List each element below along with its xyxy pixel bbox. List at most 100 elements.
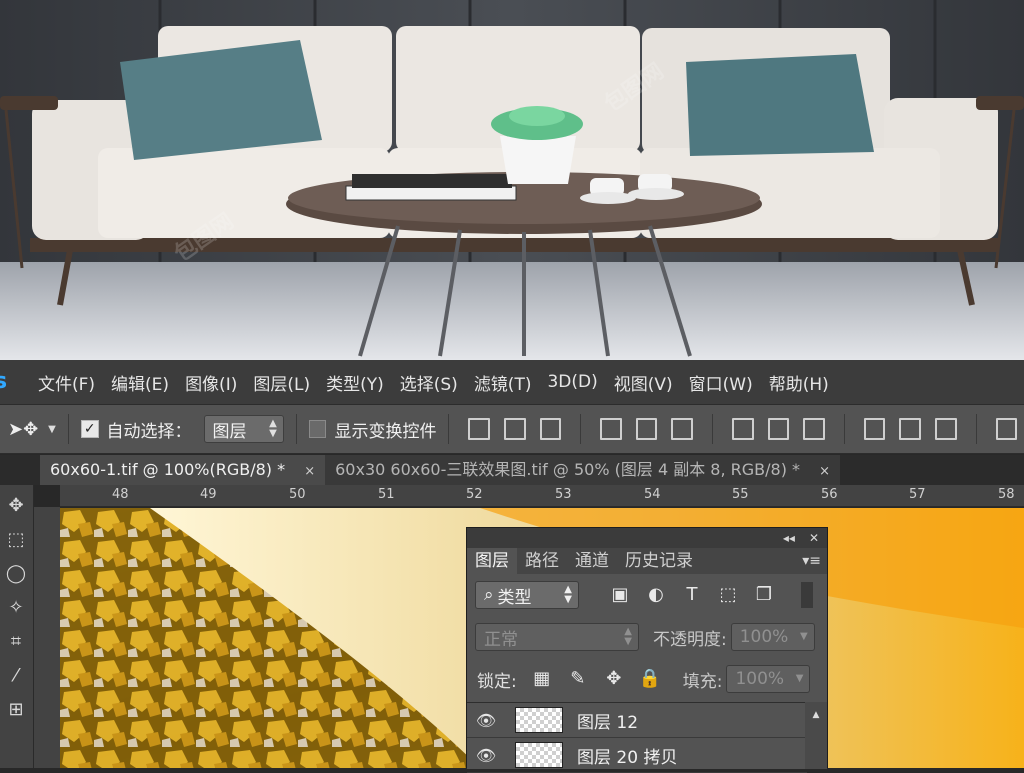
auto-select-label: 自动选择： <box>106 421 192 442</box>
tool-preset-dropdown-icon[interactable]: ▼ <box>48 424 56 435</box>
collapse-panel-icon[interactable]: ◂◂ <box>783 531 795 545</box>
photoshop-logo: s <box>0 369 8 394</box>
ruler-label: 54 <box>644 487 661 502</box>
fill-field[interactable]: 100% ▼ <box>726 665 811 693</box>
layers-panel: ◂◂ ✕ 图层 路径 通道 历史记录 ▾≡ ⌕ 类型 ▲ ▼ ▣ ◐ T ⬚ ❐ … <box>466 527 828 773</box>
layer-filter-dropdown[interactable]: ⌕ 类型 ▲ ▼ <box>475 581 579 609</box>
distribute-bottom-edges-icon[interactable] <box>803 418 825 440</box>
menu-image[interactable]: 图像(I) <box>185 370 237 395</box>
layer-thumbnail <box>515 707 563 733</box>
auto-align-layers-icon[interactable] <box>995 418 1018 440</box>
fill-label: 填充: <box>682 671 723 692</box>
menu-type[interactable]: 类型(Y) <box>326 370 384 395</box>
menu-select[interactable]: 选择(S) <box>400 370 458 395</box>
lasso-tool-icon[interactable]: ◯ <box>3 561 29 587</box>
layer-filter-row: ⌕ 类型 ▲ ▼ ▣ ◐ T ⬚ ❐ <box>467 574 827 616</box>
visibility-eye-icon[interactable]: 👁 <box>467 711 505 730</box>
layers-scrollbar[interactable]: ▲ <box>805 702 827 769</box>
ruler-label: 57 <box>909 487 926 502</box>
align-vertical-centers-icon[interactable] <box>504 418 526 440</box>
opacity-value: 100% <box>739 627 789 647</box>
tab-document-2[interactable]: 60x30 60x60-三联效果图.tif @ 50% (图层 4 副本 8, … <box>325 455 841 485</box>
visibility-eye-icon[interactable]: 👁 <box>467 746 505 765</box>
menu-filter[interactable]: 滤镜(T) <box>474 370 532 395</box>
menu-edit[interactable]: 编辑(E) <box>111 370 169 395</box>
eyedropper-tool-icon[interactable]: ⁄ <box>3 663 29 689</box>
distribute-right-edges-icon[interactable] <box>934 418 957 440</box>
smart-object-filter-icon[interactable]: ❐ <box>753 584 775 606</box>
sofa-photo: 包图网 包图网 <box>0 0 1024 360</box>
tab-document-1[interactable]: 60x60-1.tif @ 100%(RGB/8) * × <box>40 455 326 485</box>
lock-position-icon[interactable]: ✥ <box>603 668 625 690</box>
move-tool-icon[interactable]: ✥ <box>3 493 29 519</box>
align-left-edges-icon[interactable] <box>600 418 622 440</box>
marquee-tool-icon[interactable]: ⬚ <box>3 527 29 553</box>
updown-arrows-icon: ▲ ▼ <box>624 626 632 647</box>
layer-row[interactable]: 👁 图层 12 <box>467 703 807 738</box>
layers-list: 👁 图层 12 👁 图层 20 拷贝 <box>467 702 807 773</box>
close-icon[interactable]: × <box>304 464 315 479</box>
updown-arrows-icon: ▲ ▼ <box>564 584 572 605</box>
lock-all-icon[interactable]: 🔒 <box>639 668 661 690</box>
distribute-vertical-centers-icon[interactable] <box>767 418 790 440</box>
align-top-edges-icon[interactable] <box>468 418 491 440</box>
separator <box>712 414 713 444</box>
separator <box>448 414 450 444</box>
panel-tabs: 图层 路径 通道 历史记录 ▾≡ <box>467 548 827 574</box>
menu-file[interactable]: 文件(F) <box>38 370 95 395</box>
close-icon[interactable]: × <box>819 464 830 479</box>
updown-arrows-icon: ▲ ▼ <box>269 418 277 439</box>
auto-select-target-dropdown[interactable]: 图层 ▲ ▼ <box>203 415 284 443</box>
ruler-label: 56 <box>821 487 838 502</box>
adjustment-filter-icon[interactable]: ◐ <box>645 584 667 606</box>
panel-menu-icon[interactable]: ▾≡ <box>796 548 827 574</box>
align-horizontal-centers-icon[interactable] <box>635 418 658 440</box>
ruler-label: 48 <box>112 487 129 502</box>
image-filter-icon[interactable]: ▣ <box>609 584 631 606</box>
tab-layers[interactable]: 图层 <box>467 548 517 574</box>
ruler-label: 50 <box>289 487 306 502</box>
menu-help[interactable]: 帮助(H) <box>769 370 829 395</box>
auto-select-checkbox[interactable]: ✓ <box>80 420 99 438</box>
filter-toggle-icon[interactable] <box>801 582 813 608</box>
tab-history[interactable]: 历史记录 <box>617 548 701 574</box>
menu-bar: s 文件(F) 编辑(E) 图像(I) 图层(L) 类型(Y) 选择(S) 滤镜… <box>0 360 1024 404</box>
magic-wand-tool-icon[interactable]: ✧ <box>3 595 29 621</box>
distribute-left-edges-icon[interactable] <box>863 418 886 440</box>
distribute-horizontal-centers-icon[interactable] <box>899 418 921 440</box>
align-right-edges-icon[interactable] <box>671 418 694 440</box>
shape-filter-icon[interactable]: ⬚ <box>717 584 739 606</box>
type-filter-icon[interactable]: T <box>681 584 703 606</box>
menu-window[interactable]: 窗口(W) <box>689 370 753 395</box>
ruler-label: 55 <box>732 487 749 502</box>
healing-brush-tool-icon[interactable]: ⊞ <box>3 697 29 723</box>
lock-image-pixels-icon[interactable]: ✎ <box>567 668 589 690</box>
layer-thumbnail <box>515 742 563 768</box>
blend-mode-dropdown[interactable]: 正常 ▲ ▼ <box>475 623 639 651</box>
move-tool-icon[interactable]: ➤✥ <box>8 419 38 440</box>
ruler-label: 58 <box>998 487 1015 502</box>
tab-title: 60x30 60x60-三联效果图.tif @ 50% (图层 4 副本 8, … <box>335 460 801 479</box>
tools-panel: ✥ ⬚ ◯ ✧ ⌗ ⁄ ⊞ <box>0 485 34 768</box>
living-room-illustration <box>0 0 1024 360</box>
options-bar: ➤✥ ▼ ✓ 自动选择： 图层 ▲ ▼ 显示变换控件 <box>0 404 1024 454</box>
crop-tool-icon[interactable]: ⌗ <box>3 629 29 655</box>
horizontal-ruler: 48 49 50 51 52 53 54 55 56 57 58 <box>60 485 1024 507</box>
opacity-field[interactable]: 100% ▼ <box>730 623 815 651</box>
lock-transparent-pixels-icon[interactable]: ▦ <box>531 668 553 690</box>
lock-row: 锁定: ▦ ✎ ✥ 🔒 填充: 100% ▼ <box>467 658 827 700</box>
search-icon: ⌕ <box>484 585 494 605</box>
menu-3d[interactable]: 3D(D) <box>547 372 597 392</box>
close-icon[interactable]: ✕ <box>809 531 819 545</box>
ruler-label: 52 <box>466 487 483 502</box>
lock-label: 锁定: <box>477 671 517 692</box>
distribute-top-edges-icon[interactable] <box>732 418 754 440</box>
show-transform-controls-checkbox[interactable] <box>308 420 327 438</box>
scroll-up-icon[interactable]: ▲ <box>805 710 827 720</box>
menu-layer[interactable]: 图层(L) <box>253 370 310 395</box>
align-bottom-edges-icon[interactable] <box>539 418 562 440</box>
menu-view[interactable]: 视图(V) <box>614 370 673 395</box>
blend-row: 正常 ▲ ▼ 不透明度: 100% ▼ <box>467 616 827 658</box>
tab-paths[interactable]: 路径 <box>517 548 567 574</box>
tab-channels[interactable]: 通道 <box>567 548 617 574</box>
